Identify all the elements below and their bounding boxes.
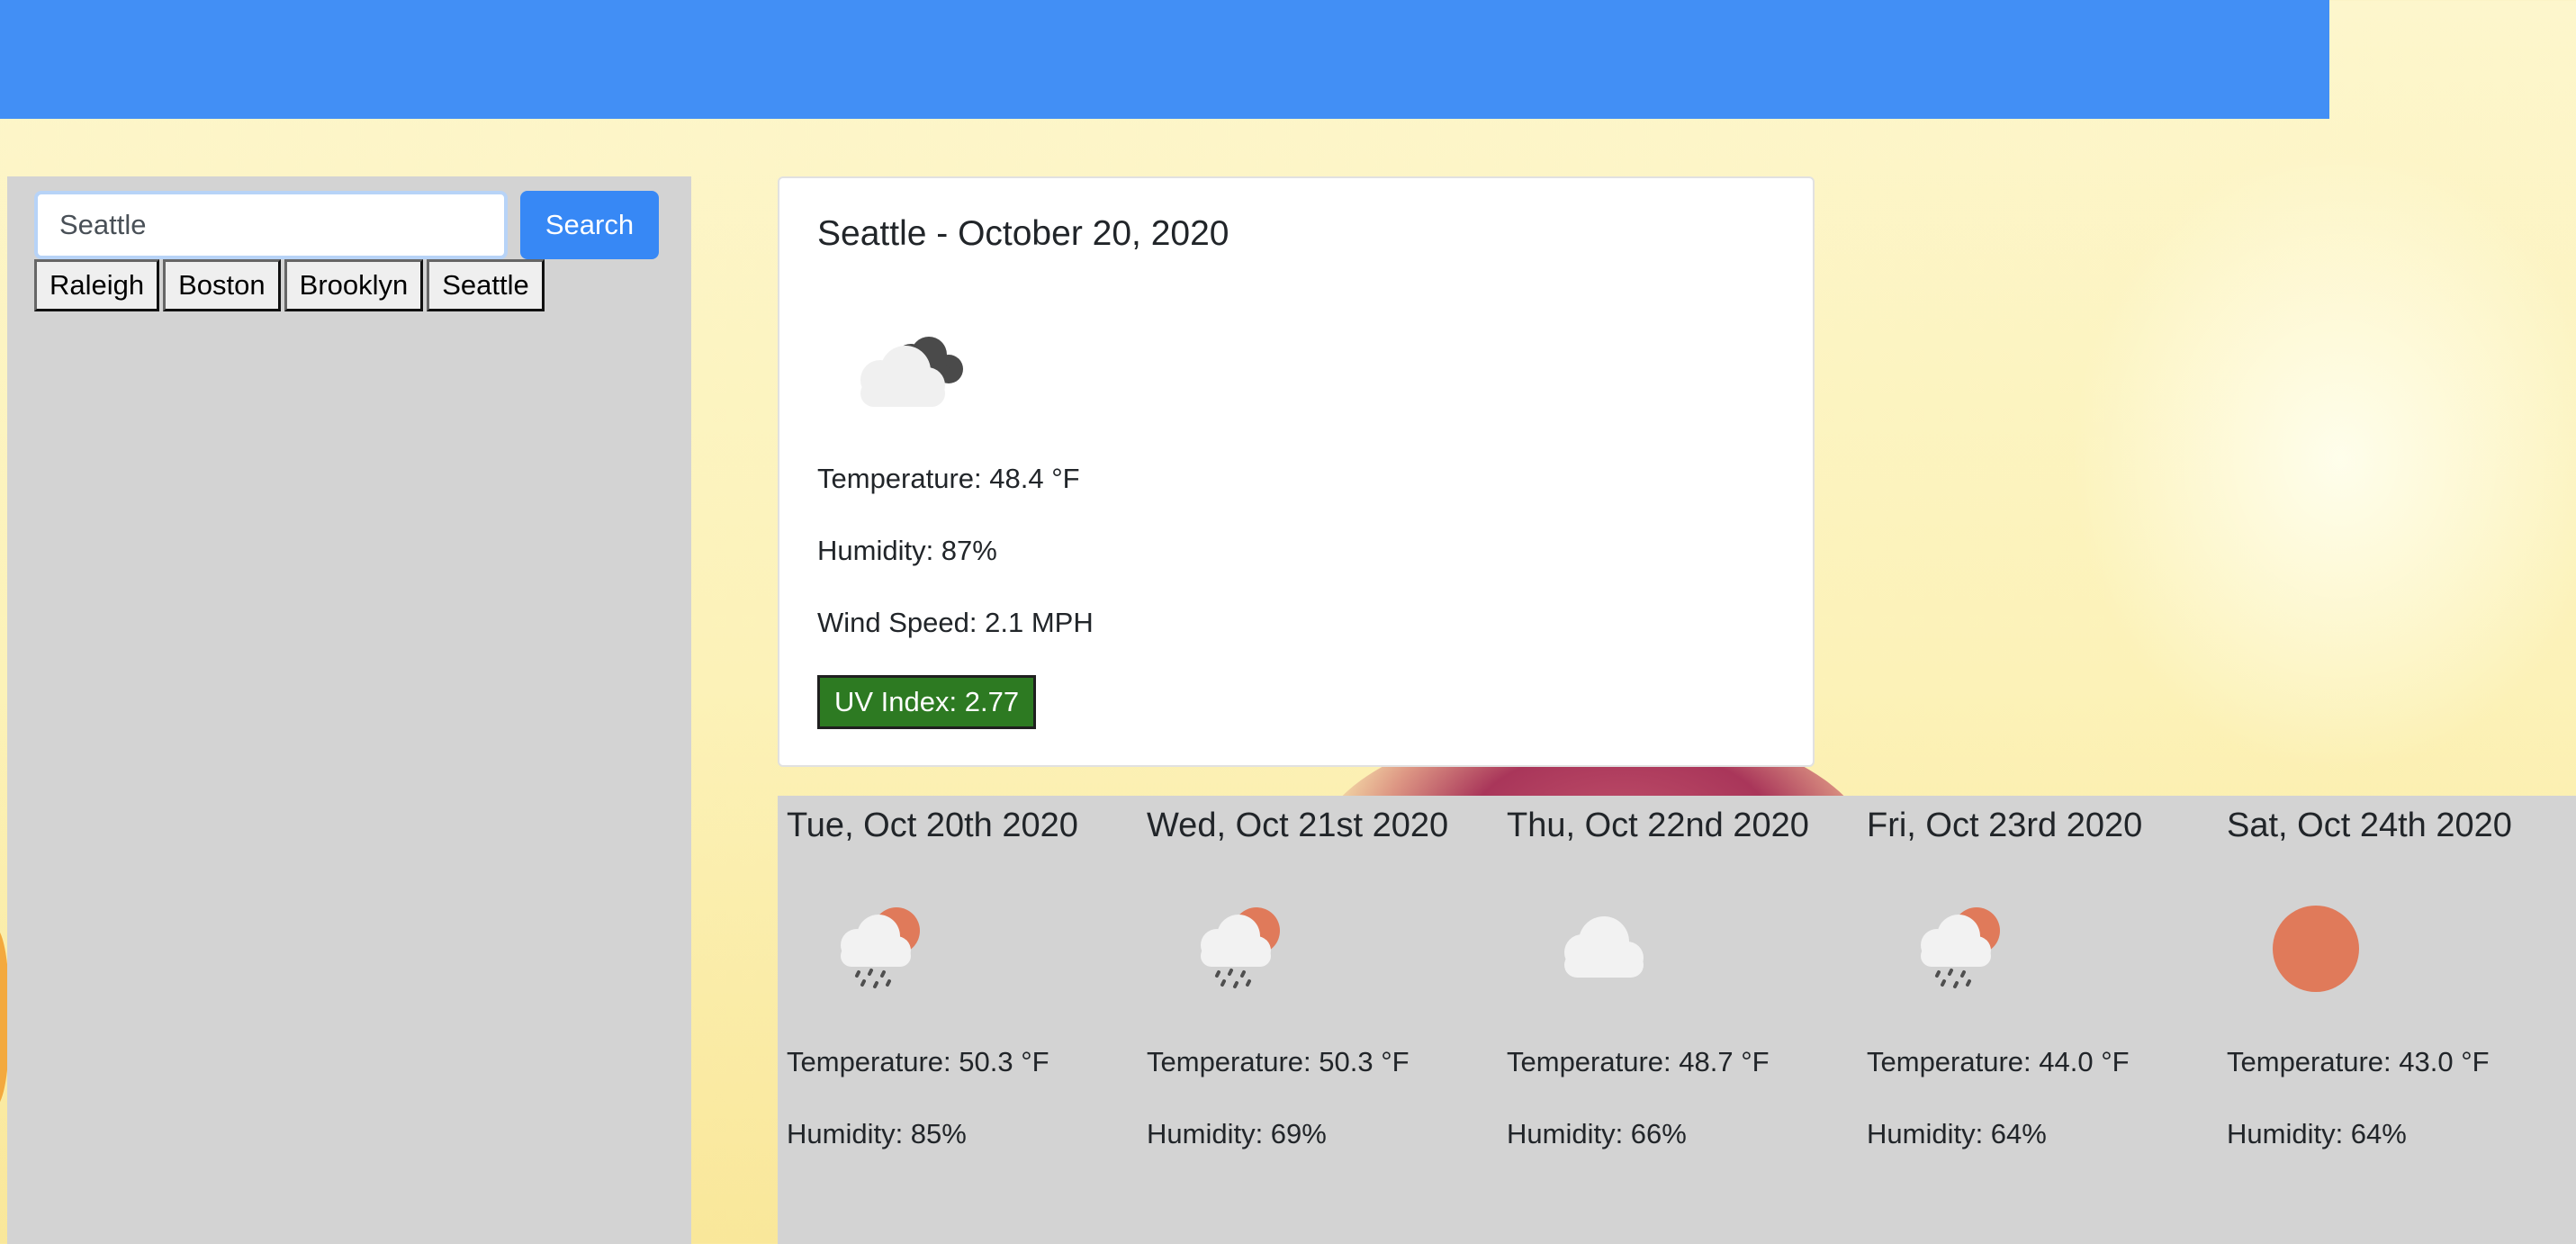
forecast-day: Wed, Oct 21st 2020 Temperature: 50.3 °F … — [1138, 796, 1498, 1244]
current-wind-speed: Wind Speed: 2.1 MPH — [817, 607, 1094, 638]
forecast-day: Fri, Oct 23rd 2020 Temperature: 44.0 °F … — [1858, 796, 2218, 1244]
forecast-temperature: Temperature: 50.3 °F — [1147, 1046, 1410, 1077]
history-button-brooklyn[interactable]: Brooklyn — [284, 259, 424, 311]
search-sidebar: Search Raleigh Boston Brooklyn Seattle — [7, 176, 691, 1244]
forecast-date: Wed, Oct 21st 2020 — [1147, 807, 1449, 844]
current-weather-card: Seattle - October 20, 2020 Temperature: … — [778, 176, 1815, 767]
top-header-bar — [0, 0, 2329, 119]
forecast-temperature: Temperature: 43.0 °F — [2227, 1046, 2490, 1077]
forecast-humidity: Humidity: 69% — [1147, 1118, 1327, 1149]
uv-index-badge: UV Index: 2.77 — [817, 675, 1037, 729]
forecast-date: Thu, Oct 22nd 2020 — [1507, 807, 1809, 844]
sun-icon — [2273, 906, 2359, 992]
forecast-humidity: Humidity: 64% — [1867, 1118, 2047, 1149]
forecast-day: Sat, Oct 24th 2020 Temperature: 43.0 °F … — [2218, 796, 2576, 1244]
forecast-temperature: Temperature: 50.3 °F — [787, 1046, 1049, 1077]
forecast-date: Tue, Oct 20th 2020 — [787, 807, 1078, 844]
rain-sun-icon — [1921, 907, 2000, 988]
search-button[interactable]: Search — [520, 191, 659, 259]
forecast-humidity: Humidity: 64% — [2227, 1118, 2407, 1149]
forecast-temperature: Temperature: 48.7 °F — [1507, 1046, 1770, 1077]
current-city-title: Seattle - October 20, 2020 — [817, 214, 1229, 253]
forecast-humidity: Humidity: 85% — [787, 1118, 967, 1149]
history-button-seattle[interactable]: Seattle — [427, 259, 545, 311]
history-button-raleigh[interactable]: Raleigh — [34, 259, 160, 311]
rain-sun-icon — [1201, 907, 1280, 988]
city-search-input[interactable] — [34, 191, 508, 259]
history-button-boston[interactable]: Boston — [163, 259, 281, 311]
forecast-day: Tue, Oct 20th 2020 Temperature: 50.3 °F … — [778, 796, 1138, 1244]
forecast-date: Fri, Oct 23rd 2020 — [1867, 807, 2143, 844]
rain-sun-icon — [841, 907, 920, 988]
forecast-date: Sat, Oct 24th 2020 — [2227, 807, 2512, 844]
forecast-temperature: Temperature: 44.0 °F — [1867, 1046, 2130, 1077]
five-day-forecast: Tue, Oct 20th 2020 Temperature: 50.3 °F … — [778, 796, 2576, 1244]
current-humidity: Humidity: 87% — [817, 535, 997, 566]
forecast-day: Thu, Oct 22nd 2020 Temperature: 48.7 °F … — [1498, 796, 1858, 1244]
background-glow — [2070, 144, 2576, 774]
current-temperature: Temperature: 48.4 °F — [817, 463, 1080, 494]
forecast-humidity: Humidity: 66% — [1507, 1118, 1687, 1149]
cloud-icon — [1564, 916, 1644, 978]
search-history: Raleigh Boston Brooklyn Seattle — [34, 259, 548, 311]
cloudy-night-icon — [860, 337, 963, 407]
